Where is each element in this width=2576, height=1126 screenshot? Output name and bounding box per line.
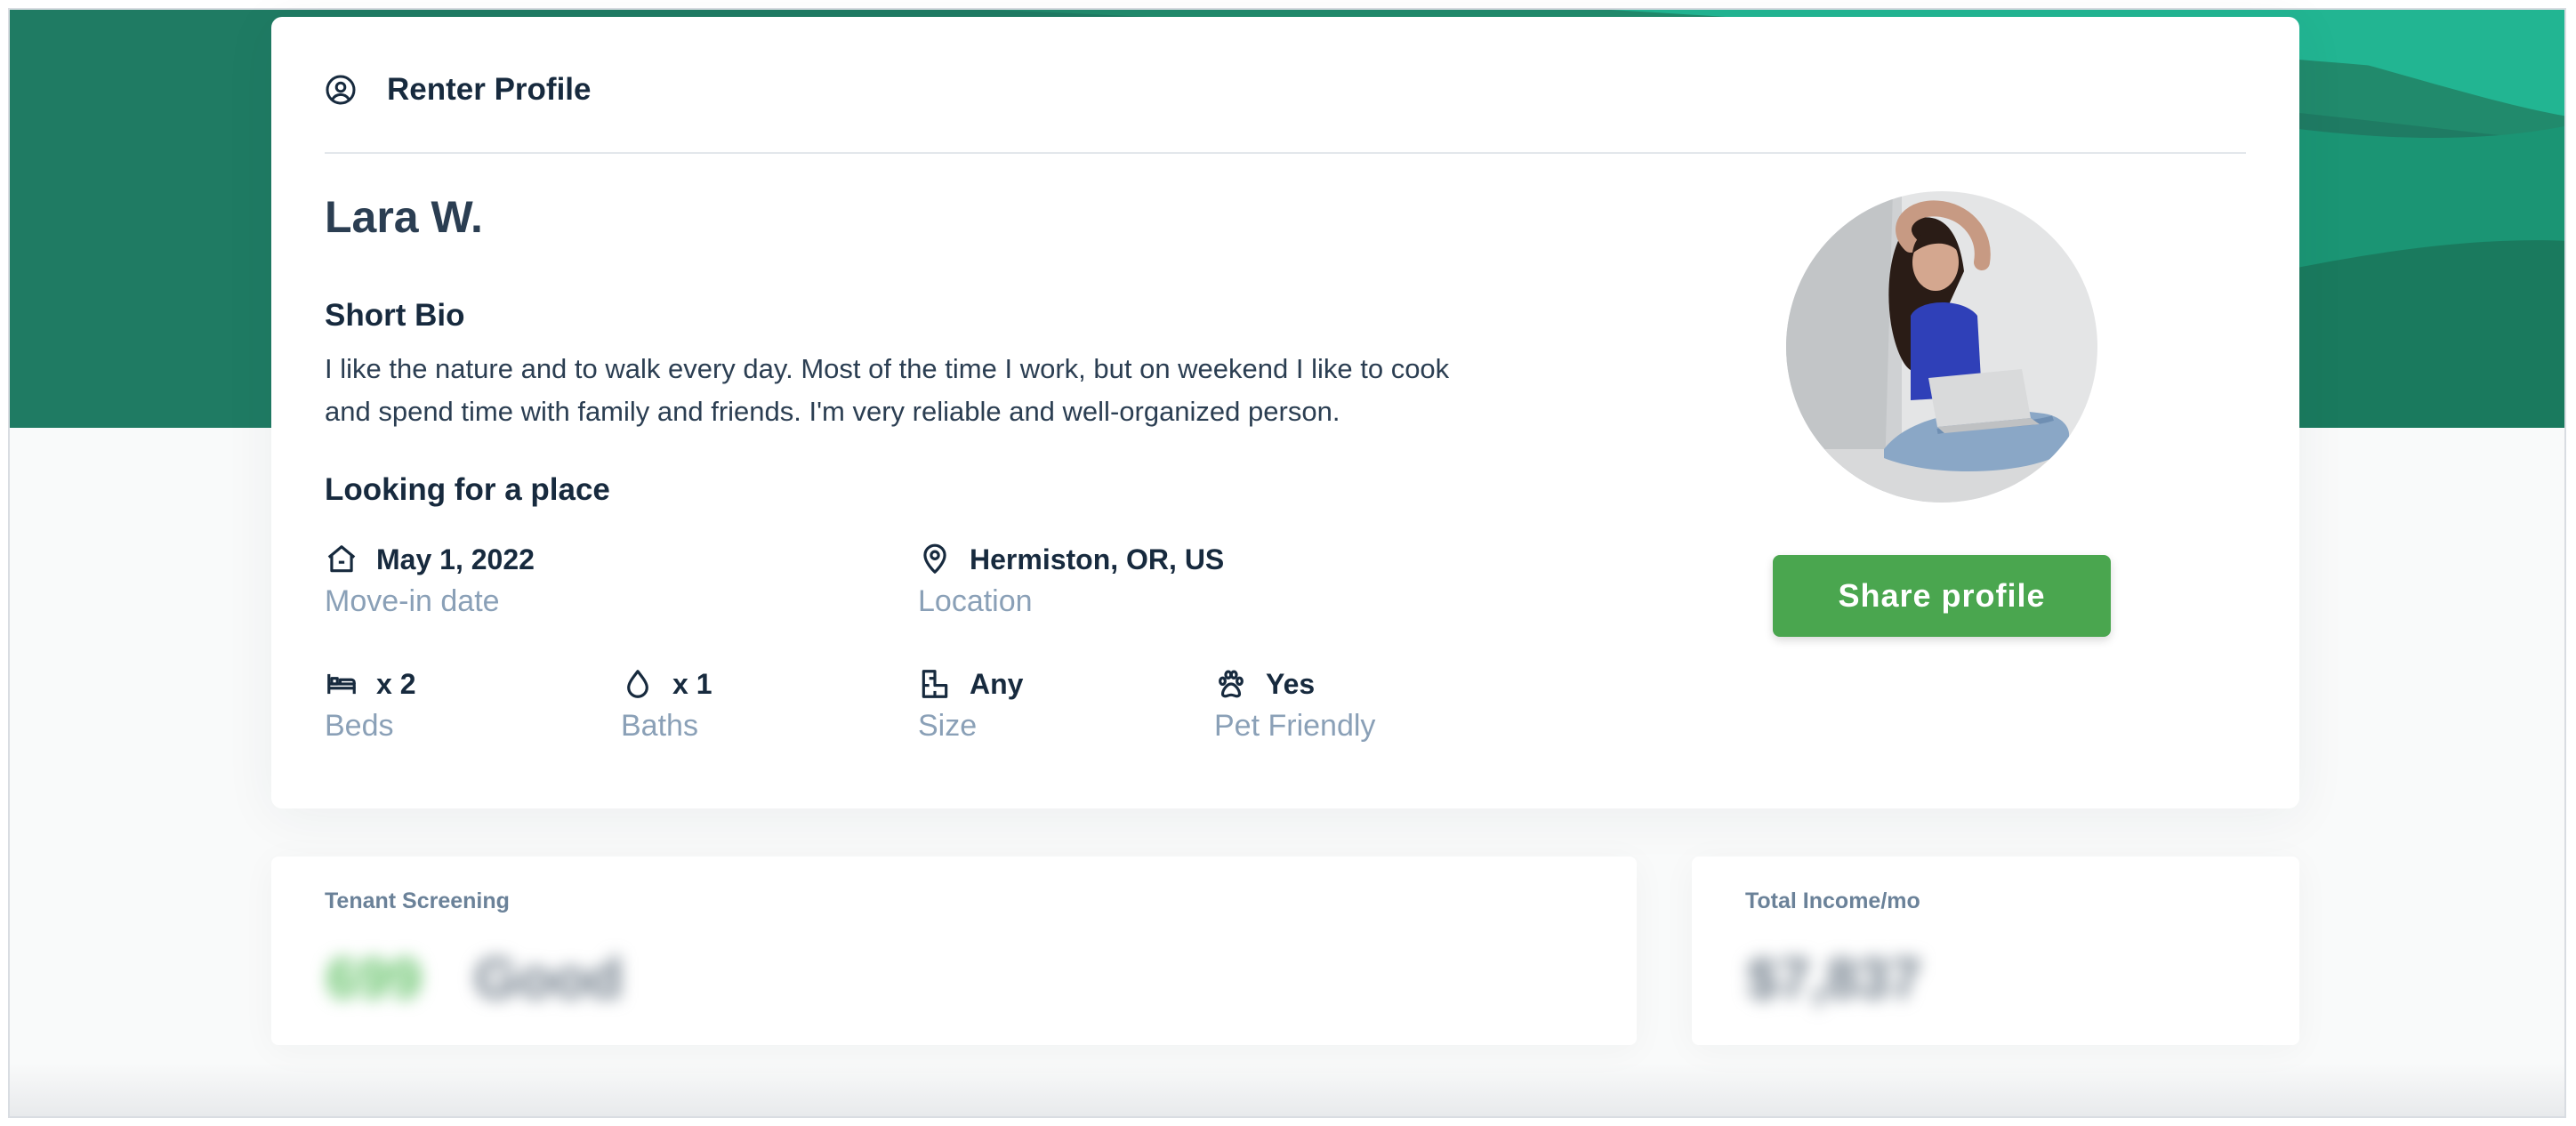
- tenant-screening-title: Tenant Screening: [325, 889, 510, 913]
- bio-line-1: I like the nature and to walk every day.…: [325, 353, 1450, 384]
- drop-icon: [621, 667, 655, 701]
- user-circle-icon: [325, 74, 357, 106]
- bottom-fade: [10, 1063, 2564, 1116]
- baths-label: Baths: [621, 709, 698, 743]
- screening-rating-blurred: Good: [474, 946, 624, 1010]
- pets-label: Pet Friendly: [1214, 709, 1376, 743]
- pets-detail: Yes Pet Friendly: [1214, 664, 1375, 744]
- size-detail: Any Size: [918, 664, 1023, 744]
- bio-line-2: and spend time with family and friends. …: [325, 396, 1340, 427]
- location-detail: Hermiston, OR, US Location: [918, 540, 1224, 619]
- pets-value: Yes: [1266, 667, 1316, 700]
- total-income-card: Total Income/mo $7,837: [1692, 857, 2299, 1045]
- size-value: Any: [970, 667, 1024, 700]
- card-header: Renter Profile: [325, 67, 592, 113]
- move-in-detail: May 1, 2022 Move-in date: [325, 540, 535, 619]
- share-profile-button[interactable]: Share profile: [1773, 555, 2111, 637]
- baths-detail: x 1 Baths: [621, 664, 712, 744]
- renter-profile-card: Renter Profile Lara W. Short Bio I like …: [271, 17, 2299, 808]
- move-in-label: Move-in date: [325, 584, 500, 618]
- avatar: [1786, 191, 2097, 503]
- paw-icon: [1214, 667, 1248, 701]
- income-amount-blurred: $7,837: [1747, 946, 1921, 1010]
- location-value: Hermiston, OR, US: [970, 543, 1225, 575]
- beds-detail: x 2 Beds: [325, 664, 415, 744]
- baths-value: x 1: [672, 667, 712, 700]
- card-title: Renter Profile: [387, 72, 592, 107]
- total-income-title: Total Income/mo: [1745, 889, 1920, 913]
- size-label: Size: [918, 709, 978, 743]
- floor-plan-icon: [918, 667, 952, 701]
- avatar-illustration: [1786, 191, 2097, 503]
- move-in-value: May 1, 2022: [376, 543, 535, 575]
- bed-icon: [325, 667, 358, 701]
- header-divider: [325, 152, 2246, 154]
- looking-heading: Looking for a place: [325, 472, 610, 507]
- house-icon: [325, 543, 358, 576]
- location-label: Location: [918, 584, 1033, 618]
- map-pin-icon: [918, 543, 952, 576]
- bio-heading: Short Bio: [325, 298, 465, 333]
- renter-name: Lara W.: [325, 192, 483, 242]
- tenant-screening-card: Tenant Screening 699 Good: [271, 857, 1637, 1045]
- screening-score-blurred: 699: [326, 946, 422, 1010]
- beds-label: Beds: [325, 709, 394, 743]
- beds-value: x 2: [376, 667, 416, 700]
- bio-text: I like the nature and to walk every day.…: [325, 348, 1570, 433]
